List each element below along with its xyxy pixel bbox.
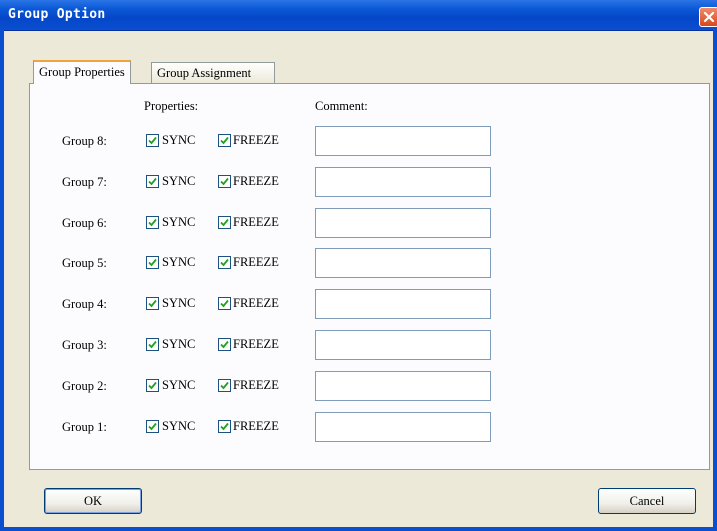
group-label: Group 7: [62,174,107,189]
tab-group-assignment[interactable]: Group Assignment [151,62,275,83]
sync-checkbox[interactable] [146,174,159,188]
group-label: Group 4: [62,297,107,312]
comment-header: Comment: [315,99,368,113]
properties-header: Properties: [144,99,199,113]
checkmark-icon [220,340,229,349]
freeze-label: FREEZE [233,418,279,433]
sync-label: SYNC [162,377,196,392]
sync-label: SYNC [162,214,196,229]
sync-label: SYNC [162,418,196,433]
checkmark-icon [148,218,157,226]
group-row: Group 5: SYNC FREEZE [30,248,711,279]
close-button[interactable] [699,7,717,27]
window-frame-bottom [0,527,717,531]
close-icon [703,11,715,23]
window-title: Group Option [8,7,106,22]
comment-field[interactable] [315,207,491,238]
freeze-label: FREEZE [233,377,279,392]
sync-label: SYNC [162,173,196,188]
group-row: Group 7: SYNC FREEZE [30,166,711,197]
sync-checkbox[interactable] [146,419,159,433]
comment-field[interactable] [315,166,491,197]
freeze-checkbox[interactable] [218,338,231,351]
group-row: Group 3: SYNC FREEZE [30,330,711,360]
group-row: Group 6: SYNC FREEZE [30,207,711,238]
comment-field[interactable] [315,126,491,156]
freeze-checkbox[interactable] [218,134,231,147]
freeze-checkbox[interactable] [218,419,231,433]
freeze-label: FREEZE [233,214,279,229]
tab-group-properties[interactable]: Group Properties [33,60,131,84]
checkmark-icon [148,259,157,267]
tab-label: Group Properties [39,65,125,79]
comment-field[interactable] [315,330,491,360]
checkmark-icon [220,381,229,390]
group-row: Group 8: SYNC FREEZE [30,126,711,156]
freeze-label: FREEZE [233,337,279,351]
freeze-checkbox[interactable] [218,297,231,311]
comment-field[interactable] [315,289,491,320]
sync-checkbox[interactable] [146,134,159,147]
sync-checkbox[interactable] [146,297,159,311]
freeze-checkbox[interactable] [218,174,231,188]
checkmark-icon [148,300,157,308]
group-label: Group 6: [62,215,107,230]
tab-panel-group-properties: Properties: Comment: Group 8: SYNC FREEZE G… [29,83,710,470]
freeze-label: FREEZE [233,173,279,188]
group-label: Group 1: [62,419,107,434]
title-bar: Group Option [0,0,717,31]
sync-label: SYNC [162,133,196,147]
checkmark-icon [220,177,229,186]
group-label: Group 2: [62,378,107,393]
comment-field[interactable] [315,370,491,401]
freeze-checkbox[interactable] [218,378,231,392]
checkmark-icon [220,136,229,145]
checkmark-icon [220,259,229,267]
sync-label: SYNC [162,255,196,270]
checkmark-icon [148,136,157,145]
cancel-button[interactable]: Cancel [598,488,696,514]
freeze-label: FREEZE [233,133,279,147]
freeze-label: FREEZE [233,296,279,311]
freeze-checkbox[interactable] [218,215,231,229]
ok-button[interactable]: OK [44,488,142,514]
sync-checkbox[interactable] [146,338,159,351]
sync-checkbox[interactable] [146,215,159,229]
freeze-label: FREEZE [233,255,279,270]
checkmark-icon [220,218,229,226]
group-row: Group 2: SYNC FREEZE [30,370,711,401]
comment-field[interactable] [315,411,491,442]
group-label: Group 8: [62,134,107,148]
checkmark-icon [220,422,229,430]
sync-label: SYNC [162,337,196,351]
checkmark-icon [148,381,157,390]
checkmark-icon [148,422,157,430]
comment-field[interactable] [315,248,491,279]
tab-label: Group Assignment [157,66,252,80]
sync-checkbox[interactable] [146,378,159,392]
checkmark-icon [220,300,229,308]
window-frame-right [713,30,717,531]
freeze-checkbox[interactable] [218,256,231,270]
group-row: Group 1: SYNC FREEZE [30,411,711,442]
sync-label: SYNC [162,296,196,311]
window-frame-left [0,30,4,531]
checkmark-icon [148,340,157,349]
group-row: Group 4: SYNC FREEZE [30,289,711,320]
checkmark-icon [148,177,157,186]
group-label: Group 3: [62,338,107,352]
sync-checkbox[interactable] [146,256,159,270]
group-label: Group 5: [62,256,107,271]
